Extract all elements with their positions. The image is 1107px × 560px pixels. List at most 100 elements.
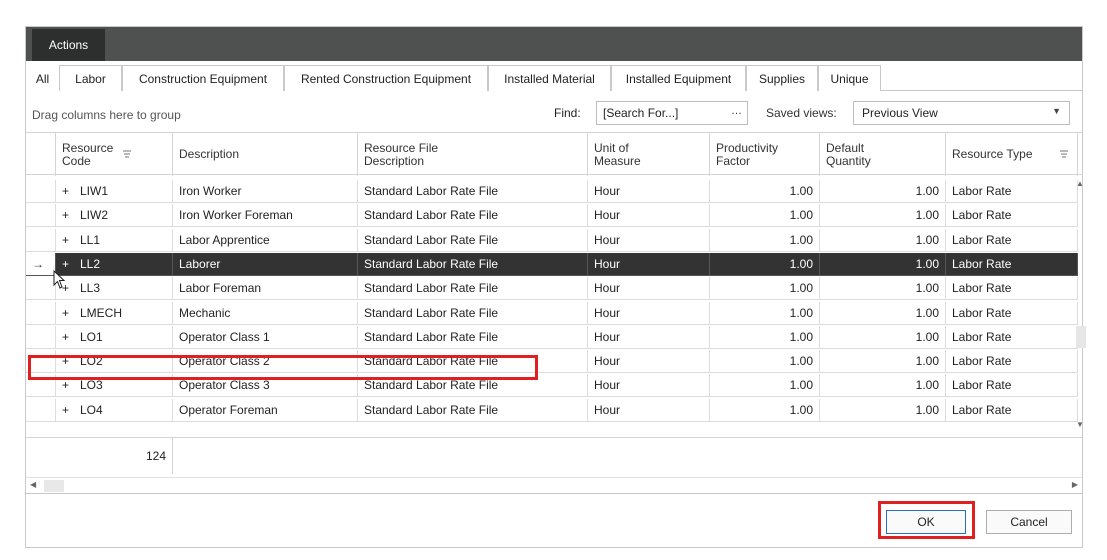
productivity-factor-cell[interactable]: 1.00 <box>710 325 820 349</box>
default-quantity-cell[interactable]: 1.00 <box>820 301 946 325</box>
productivity-factor-cell[interactable]: 1.00 <box>710 350 820 374</box>
description-cell[interactable]: Labor Foreman <box>173 277 358 301</box>
unit-of-measure-cell[interactable]: Hour <box>588 398 710 422</box>
productivity-factor-cell[interactable]: 1.00 <box>710 301 820 325</box>
find-ellipsis-button[interactable]: … <box>731 105 742 117</box>
tab-construction-equipment[interactable]: Construction Equipment <box>122 65 284 91</box>
resource-code-cell[interactable]: + LL2 <box>56 252 173 276</box>
expand-plus-icon[interactable]: + <box>62 184 78 198</box>
resource-code-cell[interactable]: + LO2 <box>56 350 173 374</box>
unit-of-measure-cell[interactable]: Hour <box>588 350 710 374</box>
description-cell[interactable]: Iron Worker <box>173 180 358 203</box>
expand-plus-icon[interactable]: + <box>62 257 78 271</box>
description-cell[interactable]: Iron Worker Foreman <box>173 204 358 228</box>
default-quantity-cell[interactable]: 1.00 <box>820 228 946 252</box>
resource-file-cell[interactable]: Standard Labor Rate File <box>358 350 588 374</box>
tab-rented-construction-equipment[interactable]: Rented Construction Equipment <box>284 65 488 91</box>
vertical-scrollbar[interactable]: ▲ ▼ <box>1076 176 1086 437</box>
productivity-factor-cell[interactable]: 1.00 <box>710 398 820 422</box>
tab-all[interactable]: All <box>26 65 59 91</box>
resource-type-cell[interactable]: Labor Rate <box>946 398 1078 422</box>
description-cell[interactable]: Operator Foreman <box>173 398 358 422</box>
default-quantity-cell[interactable]: 1.00 <box>820 374 946 398</box>
resource-type-cell[interactable]: Labor Rate <box>946 180 1078 203</box>
resource-file-cell[interactable]: Standard Labor Rate File <box>358 325 588 349</box>
ok-button[interactable]: OK <box>886 510 966 534</box>
description-cell[interactable]: Labor Apprentice <box>173 228 358 252</box>
header-resource-file-description[interactable]: Resource File Description <box>358 133 588 176</box>
resource-type-cell[interactable]: Labor Rate <box>946 374 1078 398</box>
default-quantity-cell[interactable]: 1.00 <box>820 180 946 203</box>
find-input[interactable]: [Search For...] … <box>596 101 748 125</box>
table-row[interactable]: + LIW2 Iron Worker Foreman Standard Labor R… <box>26 204 1078 228</box>
resource-file-cell[interactable]: Standard Labor Rate File <box>358 204 588 228</box>
header-productivity-factor[interactable]: Productivity Factor <box>710 133 820 176</box>
table-row[interactable]: + LL1 Labor Apprentice Standard Labor Rate … <box>26 228 1078 252</box>
tab-unique[interactable]: Unique <box>818 65 881 91</box>
header-unit-of-measure[interactable]: Unit of Measure <box>588 133 710 176</box>
group-by-drop-area[interactable]: Drag columns here to group <box>32 108 181 122</box>
unit-of-measure-cell[interactable]: Hour <box>588 301 710 325</box>
description-cell[interactable]: Operator Class 3 <box>173 374 358 398</box>
tab-installed-equipment[interactable]: Installed Equipment <box>611 65 746 91</box>
resource-type-cell[interactable]: Labor Rate <box>946 277 1078 301</box>
horizontal-scrollbar[interactable]: ◀ ▶ <box>26 477 1082 494</box>
resource-type-cell[interactable]: Labor Rate <box>946 325 1078 349</box>
default-quantity-cell[interactable]: 1.00 <box>820 252 946 276</box>
scroll-left-icon[interactable]: ◀ <box>30 480 36 489</box>
table-row[interactable]: + LIW1 Iron Worker Standard Labor Rate File… <box>26 180 1078 203</box>
resource-code-cell[interactable]: + LIW2 <box>56 204 173 228</box>
scroll-up-icon[interactable]: ▲ <box>1076 179 1084 188</box>
column-filter-icon[interactable] <box>122 149 132 159</box>
scroll-thumb[interactable] <box>44 480 64 492</box>
table-row[interactable]: + LO2 Operator Class 2 Standard Labor Rate … <box>26 350 1078 374</box>
table-row[interactable]: + LO3 Operator Class 3 Standard Labor Rate … <box>26 374 1078 398</box>
expand-plus-icon[interactable]: + <box>62 208 78 222</box>
productivity-factor-cell[interactable]: 1.00 <box>710 180 820 203</box>
scroll-right-icon[interactable]: ▶ <box>1072 480 1078 489</box>
productivity-factor-cell[interactable]: 1.00 <box>710 277 820 301</box>
resource-type-cell[interactable]: Labor Rate <box>946 228 1078 252</box>
expand-plus-icon[interactable]: + <box>62 306 78 320</box>
resource-file-cell[interactable]: Standard Labor Rate File <box>358 301 588 325</box>
expand-plus-icon[interactable]: + <box>62 354 78 368</box>
table-row[interactable]: + LL3 Labor Foreman Standard Labor Rate Fil… <box>26 277 1078 301</box>
unit-of-measure-cell[interactable]: Hour <box>588 325 710 349</box>
table-row[interactable]: → + LL2 Laborer Standard Labor Rate File Hour… <box>26 252 1078 276</box>
description-cell[interactable]: Operator Class 2 <box>173 350 358 374</box>
scroll-thumb[interactable] <box>1076 326 1086 348</box>
scroll-down-icon[interactable]: ▼ <box>1076 420 1084 429</box>
resource-code-cell[interactable]: + LL1 <box>56 228 173 252</box>
resource-code-cell[interactable]: + LMECH <box>56 301 173 325</box>
tab-labor[interactable]: Labor <box>59 65 122 91</box>
resource-file-cell[interactable]: Standard Labor Rate File <box>358 277 588 301</box>
resource-type-cell[interactable]: Labor Rate <box>946 301 1078 325</box>
resource-type-cell[interactable]: Labor Rate <box>946 252 1078 276</box>
resource-code-cell[interactable]: + LO3 <box>56 374 173 398</box>
resource-type-cell[interactable]: Labor Rate <box>946 204 1078 228</box>
description-cell[interactable]: Mechanic <box>173 301 358 325</box>
resource-file-cell[interactable]: Standard Labor Rate File <box>358 228 588 252</box>
actions-tab[interactable]: Actions <box>32 29 105 61</box>
tab-installed-material[interactable]: Installed Material <box>488 65 611 91</box>
productivity-factor-cell[interactable]: 1.00 <box>710 252 820 276</box>
resource-type-cell[interactable]: Labor Rate <box>946 350 1078 374</box>
unit-of-measure-cell[interactable]: Hour <box>588 204 710 228</box>
header-resource-code[interactable]: Resource Code <box>56 133 173 176</box>
default-quantity-cell[interactable]: 1.00 <box>820 277 946 301</box>
cancel-button[interactable]: Cancel <box>986 510 1072 534</box>
default-quantity-cell[interactable]: 1.00 <box>820 325 946 349</box>
tab-supplies[interactable]: Supplies <box>746 65 818 91</box>
resource-file-cell[interactable]: Standard Labor Rate File <box>358 180 588 203</box>
unit-of-measure-cell[interactable]: Hour <box>588 277 710 301</box>
unit-of-measure-cell[interactable]: Hour <box>588 228 710 252</box>
resource-code-cell[interactable]: + LIW1 <box>56 180 173 203</box>
default-quantity-cell[interactable]: 1.00 <box>820 350 946 374</box>
unit-of-measure-cell[interactable]: Hour <box>588 252 710 276</box>
header-default-quantity[interactable]: Default Quantity <box>820 133 946 176</box>
table-row[interactable]: + LMECH Mechanic Standard Labor Rate File Ho… <box>26 301 1078 325</box>
expand-plus-icon[interactable]: + <box>62 378 78 392</box>
productivity-factor-cell[interactable]: 1.00 <box>710 204 820 228</box>
default-quantity-cell[interactable]: 1.00 <box>820 204 946 228</box>
expand-plus-icon[interactable]: + <box>62 403 78 417</box>
